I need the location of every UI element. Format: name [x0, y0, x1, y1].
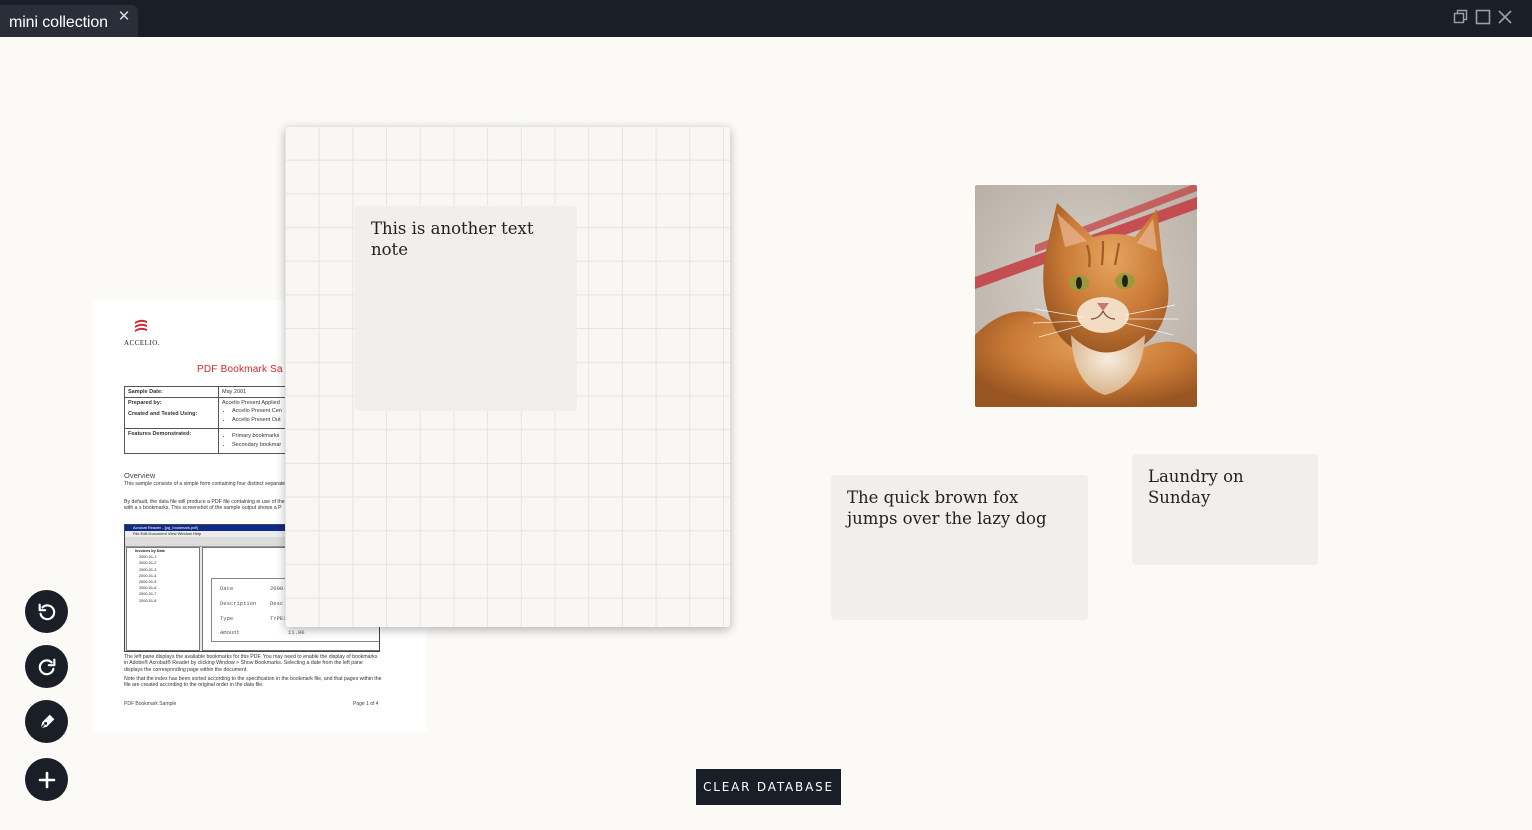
form-value: Desc: [270, 600, 284, 607]
redo-icon: [38, 658, 55, 675]
table-key: Prepared by:: [128, 400, 162, 406]
text-note-laundry[interactable]: Laundry on Sunday: [1132, 454, 1318, 565]
tab-close-icon[interactable]: ✕: [117, 9, 131, 24]
window-close-icon[interactable]: [1497, 9, 1513, 25]
tree-item: 2000-01-8: [139, 598, 157, 603]
clear-database-button[interactable]: CLEAR DATABASE: [696, 769, 841, 805]
body-paragraph-1: The left pane displays the available boo…: [124, 654, 378, 673]
title-bar: mini collection ✕: [0, 0, 1532, 37]
redo-button[interactable]: [25, 645, 68, 688]
table-key: Created and Tested Using:: [128, 411, 198, 417]
table-cell: Features Demonstrated:: [124, 428, 219, 454]
tab-title: mini collection: [9, 14, 108, 31]
body-paragraph-2: Note that the index has been sorted acco…: [124, 676, 382, 689]
note-text: This is another text note: [371, 219, 534, 259]
overview-heading: Overview: [124, 471, 156, 480]
accelio-logo: [133, 318, 149, 339]
plus-icon: [38, 771, 55, 788]
note-text: Laundry on Sunday: [1148, 467, 1244, 507]
text-note-another[interactable]: This is another text note: [355, 206, 577, 411]
form-value: 11.00: [288, 629, 305, 636]
text-note-fox[interactable]: The quick brown fox jumps over the lazy …: [831, 475, 1088, 620]
tab-mini-collection[interactable]: mini collection ✕: [0, 5, 138, 37]
add-button[interactable]: [25, 758, 68, 801]
pdf-footer-right: Page 1 of 4: [353, 701, 379, 707]
draw-button[interactable]: [25, 700, 68, 743]
form-label: Amount: [220, 629, 240, 636]
undo-icon: [38, 603, 55, 620]
cat-image-card[interactable]: [975, 185, 1197, 407]
cat-photo: [975, 185, 1197, 407]
undo-button[interactable]: [25, 590, 68, 633]
maximize-icon[interactable]: [1475, 9, 1491, 25]
logo-text: ACCELIO.: [124, 339, 161, 347]
pdf-footer-left: PDF Bookmark Sample: [124, 701, 177, 707]
restore-icon[interactable]: [1453, 9, 1469, 25]
table-cell: Sample Date:: [124, 386, 219, 398]
form-label: Description: [220, 600, 257, 607]
form-label: Type: [220, 615, 234, 622]
note-text: The quick brown fox jumps over the lazy …: [847, 488, 1047, 528]
form-label: Date: [220, 585, 234, 592]
pen-icon: [38, 714, 54, 730]
pdf-title: PDF Bookmark Sa: [197, 364, 283, 375]
table-cell: Prepared by: Created and Tested Using:: [124, 397, 219, 429]
screenshot-bookmark-tree: Invoices by Date 2000-01-1 2000-01-2 200…: [126, 547, 200, 651]
